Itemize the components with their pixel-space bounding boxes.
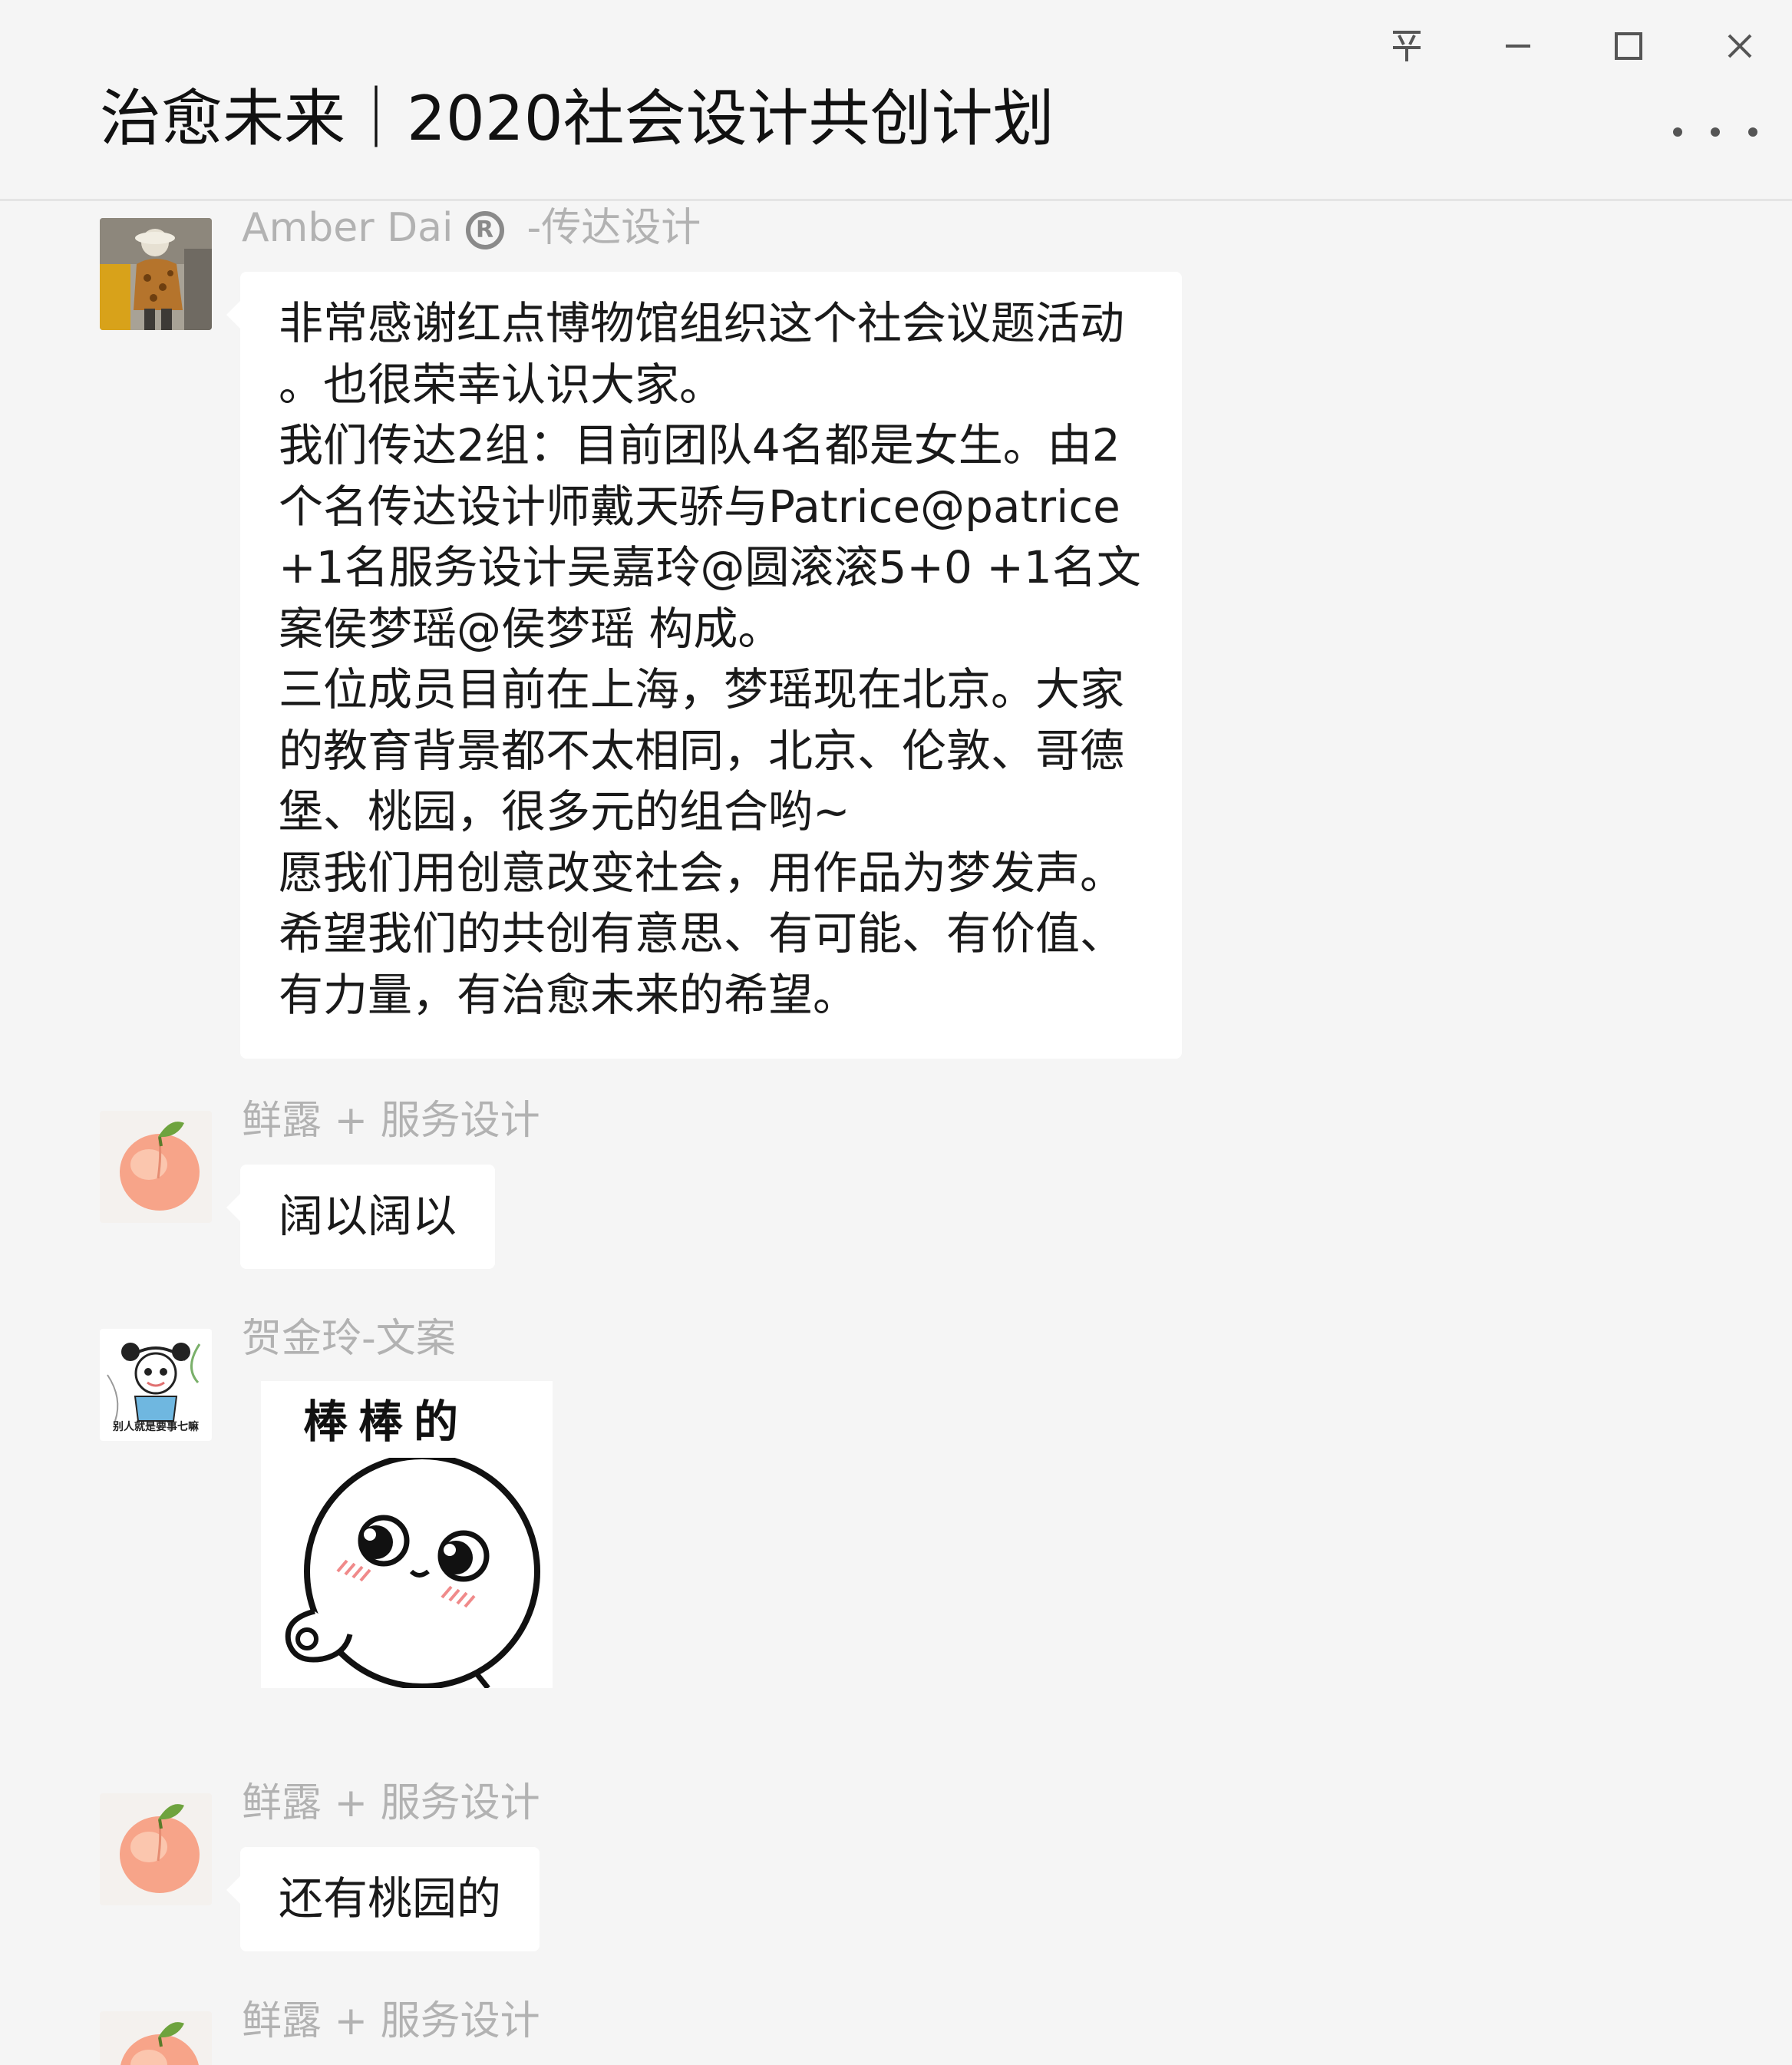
cartoon-avatar[interactable]: 别人就是要事七嘛 [100,1329,212,1441]
message-line: 。也很荣幸认识大家。 [279,358,724,411]
close-icon [1728,34,1752,58]
more-dot [1673,127,1682,137]
sender-name-suffix: -传达设计 [526,205,701,251]
message-line: 愿我们用创意改变社会，用作品为梦发声。 [279,846,1125,899]
message-bubble[interactable]: 非常感谢红点博物馆组织这个社会议题活动 。也很荣幸认识大家。 我们传达2组：目前… [226,272,1182,1059]
message-line: 个名传达设计师戴天骄与Patrice@patrice [279,480,1120,533]
message-line: 的教育背景都不太相同，北京、伦敦、哥德 [279,724,1125,777]
message-line: 有力量，有治愈未来的希望。 [279,968,858,1021]
message-line: 堡、桃园，很多元的组合哟~ [279,785,850,838]
sender-name: 贺金玲-文案 [242,1316,456,1362]
minimize-button[interactable] [1476,15,1560,77]
maximize-icon [1615,32,1642,60]
message-bubble[interactable]: 阔以阔以 [226,1165,496,1269]
more-button[interactable] [1673,115,1757,149]
minimize-icon [1506,45,1530,48]
photo-avatar[interactable] [100,218,212,330]
sticker-face-icon [285,1458,540,1688]
message-line: 还有桃园的 [279,1872,502,1925]
message-line: 阔以阔以 [279,1190,457,1242]
title-bar: 治愈未来｜2020社会设计共创计划 [0,0,1792,201]
message-bubble[interactable]: 还有桃园的 [226,1847,540,1951]
message-list[interactable]: Amber Dai R -传达设计 非常感谢红点博物馆组织这个社会议题活动 。也很荣… [0,201,1792,2065]
pin-button[interactable] [1365,15,1449,77]
message-line: 三位成员目前在上海，梦瑶现在北京。大家 [279,663,1125,715]
sender-name: 鲜露 + 服务设计 [242,1780,540,1826]
peach-avatar[interactable] [100,1793,212,1905]
sender-name: 鲜露 + 服务设计 [242,1098,540,1144]
sender-name: 鲜露 + 服务设计 [242,1998,540,2044]
pin-icon [1393,31,1421,61]
message-line: +1名服务设计吴嘉玲@圆滚滚5+0 +1名文 [279,541,1141,593]
sender-name: Amber Dai R -传达设计 [242,201,701,255]
more-dot [1711,127,1720,137]
peach-avatar[interactable] [100,2011,212,2065]
message-line: 案侯梦瑶@侯梦瑶 构成。 [279,602,783,655]
bangbang-sticker[interactable]: 棒棒的 [261,1381,553,1688]
close-button[interactable] [1698,15,1782,77]
message-line: 我们传达2组：目前团队4名都是女生。由2 [279,419,1120,471]
peach-avatar[interactable] [100,1111,212,1223]
avatar-caption: 别人就是要事七嘛 [113,1421,199,1433]
more-dot [1748,127,1757,137]
message-line: 非常感谢红点博物馆组织这个社会议题活动 [279,297,1125,349]
registered-icon: R [465,211,504,249]
chat-title: 治愈未来｜2020社会设计共创计划 [100,83,1054,154]
message-line: 希望我们的共创有意思、有可能、有价值、 [279,907,1125,960]
sticker-text: 棒棒的 [303,1396,470,1448]
maximize-button[interactable] [1586,15,1671,77]
sender-name-text: Amber Dai [242,205,454,251]
chat-window: 治愈未来｜2020社会设计共创计划 Amber Dai R -传达设计 非常感谢… [0,0,1792,2065]
